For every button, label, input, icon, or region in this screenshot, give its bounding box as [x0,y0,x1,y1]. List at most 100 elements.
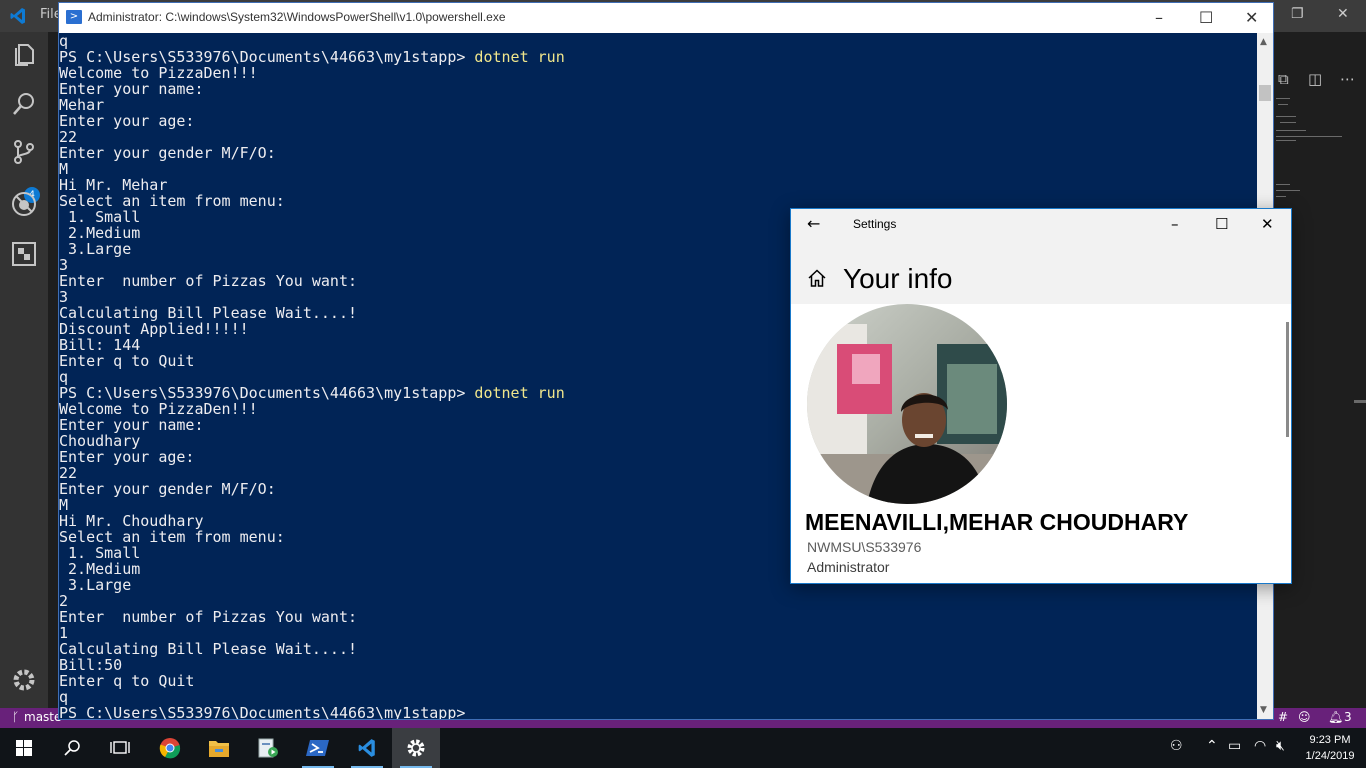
chrome-icon [159,738,181,759]
more-actions-icon[interactable]: ⋯ [1340,70,1355,88]
page-title: Your info [843,263,953,294]
volume-muted-icon[interactable]: 🔇︎ [1276,738,1285,754]
taskbar-powershell[interactable] [294,728,342,768]
console-line: Calculating Bill Please Wait....! [59,641,1257,657]
branch-icon: ᚴ [12,710,20,724]
console-line: Enter your age: [59,113,1257,129]
settings-maximize-icon[interactable]: ☐ [1215,215,1228,233]
console-command: dotnet run [474,384,565,402]
status-hash: # [1278,710,1289,724]
powershell-window-title: Administrator: C:\windows\System32\Windo… [88,10,506,24]
settings-gear-icon [407,739,425,757]
console-text: PS C:\Users\S533976\Documents\44663\my1s… [59,704,466,719]
vscode-icon [358,739,375,757]
console-line: Select an item from menu: [59,193,1257,209]
powershell-titlebar[interactable]: > Administrator: C:\windows\System32\Win… [59,3,1273,33]
feedback-smiley-icon[interactable]: ☺ [1298,710,1311,724]
battery-icon[interactable]: ▭ [1228,738,1241,754]
notifications-bell-icon[interactable]: 🔔︎ [1328,710,1343,724]
wifi-icon[interactable]: ◠ [1254,738,1266,754]
settings-minimize-icon[interactable]: – [1171,215,1179,233]
debug-icon[interactable] [10,190,38,218]
media-app-icon [258,738,278,758]
console-line: 2 [59,593,1257,609]
settings-scrollbar[interactable] [1286,322,1289,437]
settings-close-icon[interactable]: ✕ [1261,215,1274,233]
powershell-icon [306,740,329,756]
console-text: Enter number of Pizzas You want: [59,272,358,290]
console-text: Enter your gender M/F/O: [59,480,276,498]
settings-titlebar[interactable]: ← Settings – ☐ ✕ [791,209,1291,241]
clock-date: 1/24/2019 [1305,750,1355,762]
console-line: Mehar [59,97,1257,113]
console-line: PS C:\Users\S533976\Documents\44663\my1s… [59,705,1257,719]
console-text: Enter your age: [59,448,195,466]
profile-avatar [807,304,1007,504]
taskbar-settings[interactable] [392,728,440,768]
taskbar-chrome[interactable] [146,728,194,768]
user-full-name: MEENAVILLI,MEHAR CHOUDHARY [805,509,1189,535]
start-button[interactable] [0,728,48,768]
console-line: PS C:\Users\S533976\Documents\44663\my1s… [59,49,1257,65]
console-line: q [59,689,1257,705]
console-line: q [59,33,1257,49]
windows-taskbar: ⚇ ⌃ ▭ ◠ 🔇︎ 9:23 PM 1/24/2019 [0,728,1366,768]
taskbar-vscode[interactable] [343,728,391,768]
console-text: Enter your age: [59,112,195,130]
windows-logo-icon [16,740,32,756]
console-line: 1 [59,625,1257,641]
task-view-button[interactable] [96,728,144,768]
split-editor-icon[interactable]: ◫ [1308,70,1322,88]
source-control-icon[interactable] [10,138,38,166]
minimize-icon[interactable]: – [1155,8,1163,27]
scroll-up-arrow-icon[interactable]: ▲ [1260,37,1267,47]
back-arrow-icon[interactable]: ← [807,214,820,233]
settings-page-header: Your info [791,241,1291,304]
user-role: Administrator [807,559,890,575]
clock-time: 9:23 PM [1309,734,1351,746]
user-account: NWMSU\S533976 [807,539,922,555]
home-icon[interactable] [807,268,827,288]
settings-window-title: Settings [853,217,897,231]
vscode-restore-icon[interactable]: ❐ [1291,6,1304,22]
extensions-icon[interactable] [10,240,38,268]
taskbar-media-app[interactable] [244,728,292,768]
taskbar-file-explorer[interactable] [195,728,243,768]
explorer-icon[interactable] [10,40,38,68]
people-icon[interactable]: ⚇ [1170,738,1183,754]
search-icon [64,740,80,756]
close-icon[interactable]: ✕ [1245,8,1258,27]
vscode-close-icon[interactable]: ✕ [1337,6,1349,22]
console-text: Enter q to Quit [59,672,195,690]
desktop: File ❐ ✕ 4 ⧉ ◫ ⋯ ᚴ maste # ☺ 🔔︎ 3 > Admi… [0,0,1366,768]
scroll-down-arrow-icon[interactable]: ▼ [1260,705,1267,715]
vscode-logo-icon [10,8,25,24]
maximize-icon[interactable]: ☐ [1199,8,1213,27]
console-line: Hi Mr. Mehar [59,177,1257,193]
console-line: 22 [59,129,1257,145]
profile-photo [807,304,1007,504]
console-line: M [59,161,1257,177]
console-text: 3.Large [59,576,132,594]
scrollbar-thumb[interactable] [1259,85,1271,101]
task-view-icon [110,741,130,754]
console-line: Enter your name: [59,81,1257,97]
vscode-activity-bar: 4 [0,32,48,708]
notifications-count: 3 [1344,710,1352,724]
manage-gear-icon[interactable] [10,666,38,694]
console-line: Bill:50 [59,657,1257,673]
search-icon[interactable] [10,90,38,118]
settings-window[interactable]: ← Settings – ☐ ✕ Your info MEENAVILLI,ME… [790,208,1292,584]
show-hidden-icons-chevron-icon[interactable]: ⌃ [1206,738,1218,754]
folder-icon [209,741,229,757]
console-text: Enter q to Quit [59,352,195,370]
taskbar-clock[interactable]: 9:23 PM 1/24/2019 [1300,732,1360,764]
powershell-app-icon: > [66,10,82,24]
console-line: Enter your gender M/F/O: [59,145,1257,161]
console-line: Enter number of Pizzas You want: [59,609,1257,625]
console-text: Enter your gender M/F/O: [59,144,276,162]
console-line: Welcome to PizzaDen!!! [59,65,1257,81]
status-branch[interactable]: maste [24,710,61,724]
taskbar-search-button[interactable] [48,728,96,768]
open-changes-icon[interactable]: ⧉ [1278,70,1289,88]
